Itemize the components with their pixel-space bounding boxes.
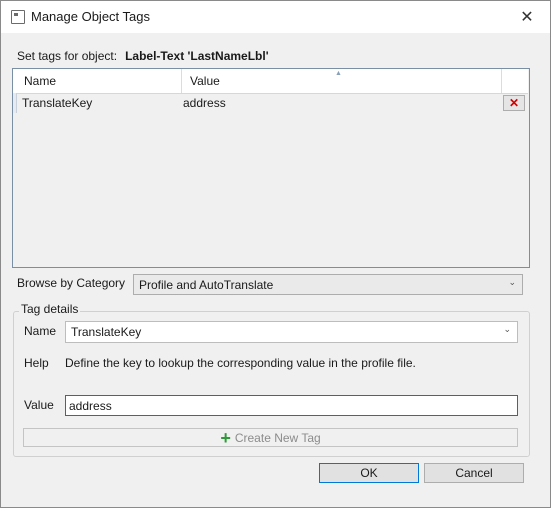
tags-grid[interactable]: Name Value ▲ TranslateKey address ✕	[12, 68, 530, 268]
grid-header: Name Value ▲	[13, 69, 502, 94]
delete-x-icon: ✕	[508, 96, 520, 110]
ok-button[interactable]: OK	[319, 463, 419, 483]
help-text: Define the key to lookup the correspondi…	[65, 356, 416, 370]
chevron-down-icon: ⌄	[503, 324, 511, 334]
plus-icon: +	[220, 427, 231, 448]
delete-row-button[interactable]: ✕	[503, 95, 525, 111]
browse-category-label: Browse by Category	[17, 276, 126, 290]
column-header-value[interactable]: Value	[182, 69, 502, 93]
tag-value-input[interactable]	[65, 395, 518, 416]
object-header: Set tags for object: Label-Text 'LastName…	[17, 49, 269, 63]
column-header-value-label: Value	[190, 74, 220, 88]
row-name-cell[interactable]: TranslateKey	[22, 96, 92, 110]
name-label: Name	[24, 324, 57, 338]
help-label: Help	[24, 356, 49, 370]
table-row[interactable]: TranslateKey address ✕	[13, 93, 529, 113]
close-icon: ✕	[520, 9, 534, 26]
window-title: Manage Object Tags	[31, 9, 150, 24]
sort-ascending-icon: ▲	[335, 70, 342, 77]
browse-category-dropdown[interactable]: Profile and AutoTranslate ⌄	[133, 274, 523, 295]
browse-category-value: Profile and AutoTranslate	[139, 278, 274, 292]
row-value-cell[interactable]: address	[183, 96, 226, 110]
title-bar: Manage Object Tags ✕	[1, 1, 550, 33]
chevron-down-icon: ⌄	[508, 277, 516, 287]
create-new-tag-label: Create New Tag	[234, 430, 321, 445]
row-selector[interactable]	[13, 93, 17, 113]
tag-details-label: Tag details	[19, 302, 81, 316]
tag-name-dropdown[interactable]: TranslateKey ⌄	[65, 321, 518, 343]
tag-name-value: TranslateKey	[71, 325, 142, 339]
window-icon	[11, 10, 25, 24]
object-name: Label-Text 'LastNameLbl'	[125, 49, 269, 63]
set-tags-label: Set tags for object:	[17, 49, 118, 63]
column-header-name[interactable]: Name	[16, 69, 182, 93]
grid-header-filler	[502, 69, 528, 94]
create-new-tag-button[interactable]: + Create New Tag	[23, 428, 518, 447]
cancel-button[interactable]: Cancel	[424, 463, 524, 483]
value-label: Value	[24, 398, 54, 412]
close-button[interactable]: ✕	[504, 1, 550, 33]
